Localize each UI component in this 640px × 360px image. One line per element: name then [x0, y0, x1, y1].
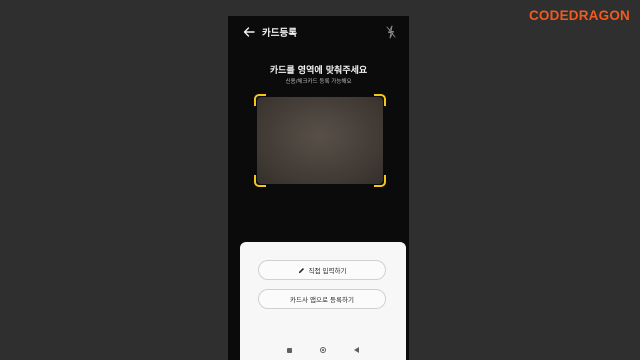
card-scan-frame — [254, 94, 386, 187]
frame-corner-top-right — [374, 94, 386, 106]
page-title: 카드등록 — [262, 28, 297, 39]
camera-preview — [257, 97, 383, 184]
scan-instruction-title: 카드를 영역에 맞춰주세요 — [269, 66, 368, 76]
card-app-register-label: 카드사 앱으로 등록하기 — [290, 296, 354, 304]
manual-entry-label: 직접 입력하기 — [308, 267, 347, 275]
frame-corner-top-left — [254, 94, 266, 106]
frame-corner-bottom-right — [374, 175, 386, 187]
home-icon[interactable] — [320, 347, 326, 353]
frame-corner-bottom-left — [254, 175, 266, 187]
phone-screen: 카드등록 카드를 영역에 맞춰주세요 신용/체크카드 등록 가능해요 직접 입력… — [228, 16, 409, 360]
pencil-icon — [298, 267, 304, 273]
flash-off-icon[interactable] — [386, 25, 396, 39]
manual-entry-button[interactable]: 직접 입력하기 — [258, 260, 386, 280]
back-arrow-icon[interactable] — [242, 25, 256, 39]
brand-logo: CODEDRAGON — [528, 8, 630, 23]
card-app-register-button[interactable]: 카드사 앱으로 등록하기 — [258, 289, 386, 309]
bottom-sheet: 직접 입력하기 카드사 앱으로 등록하기 — [240, 242, 406, 360]
system-nav-bar — [240, 340, 406, 360]
nav-back-icon[interactable] — [354, 347, 359, 353]
app-bar: 카드등록 — [228, 16, 409, 48]
scan-instruction-subtitle: 신용/체크카드 등록 가능해요 — [285, 79, 352, 85]
recent-apps-icon[interactable] — [287, 347, 292, 353]
